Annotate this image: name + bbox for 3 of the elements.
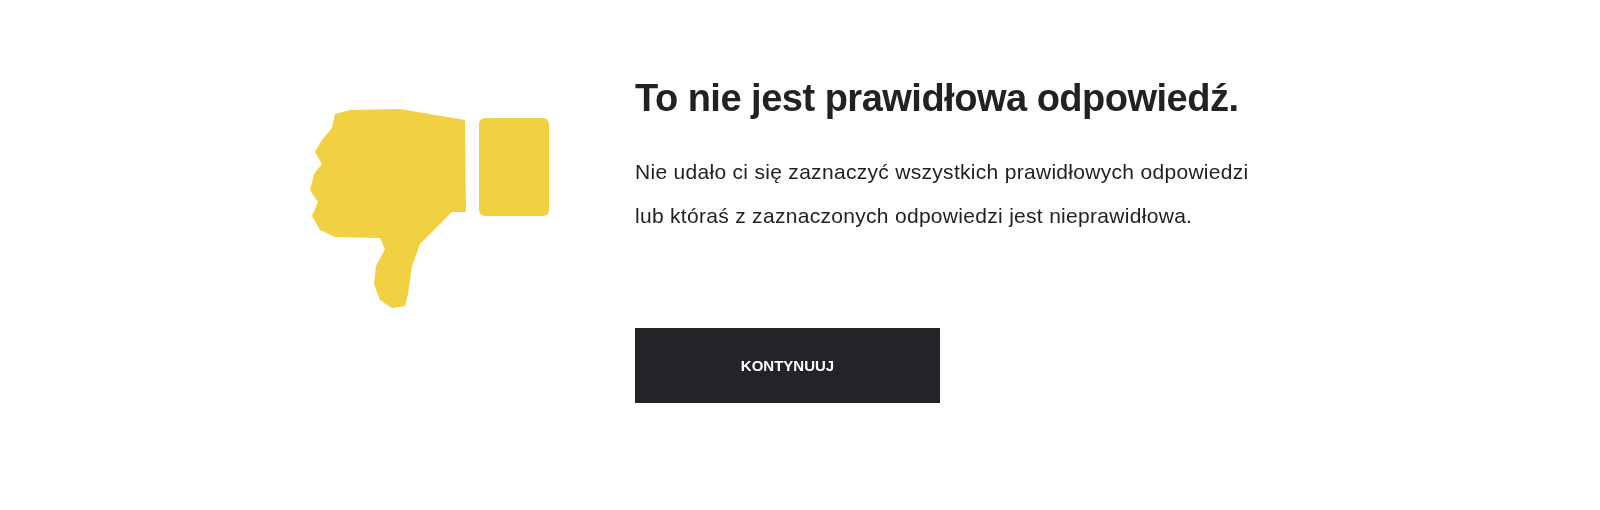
continue-button[interactable]: KONTYNUUJ (635, 328, 940, 403)
result-message: Nie udało ci się zaznaczyć wszystkich prawidłowych odpowiedzi lub któraś z zaznaczonych odpowiedzi jest nieprawidłowa. (635, 159, 1250, 229)
result-heading: To nie jest prawidłowa odpowiedź. (635, 76, 1240, 121)
